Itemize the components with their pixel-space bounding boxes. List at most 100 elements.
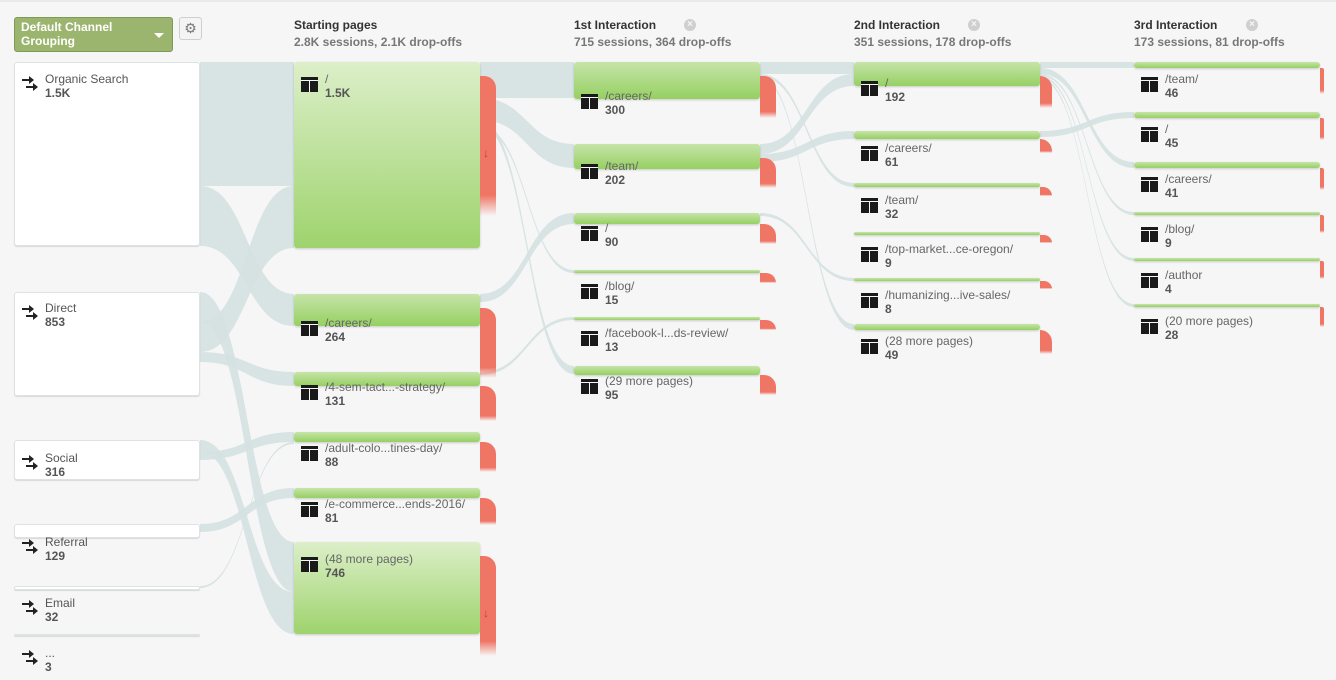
page-node[interactable] xyxy=(1134,212,1320,215)
page-node[interactable] xyxy=(574,317,760,320)
page-label[interactable]: /team/202 xyxy=(605,159,638,187)
source-label[interactable]: Organic Search 1.5K xyxy=(45,72,128,100)
page-node[interactable] xyxy=(1134,162,1320,168)
page-node[interactable] xyxy=(1134,258,1320,261)
flow-organic-to-home[interactable] xyxy=(200,62,294,186)
drop-off-bar[interactable] xyxy=(1320,68,1324,94)
source-node[interactable] xyxy=(14,292,200,396)
page-node[interactable] xyxy=(1134,112,1320,118)
drop-off-bar[interactable] xyxy=(480,386,496,421)
page-node[interactable] xyxy=(854,232,1040,235)
page-icon xyxy=(861,198,878,213)
page-node[interactable] xyxy=(574,213,760,224)
page-label[interactable]: /4-sem-tact...-strategy/131 xyxy=(325,380,445,408)
page-name: /adult-colo...tines-day/ xyxy=(325,441,443,455)
page-label[interactable]: /facebook-l...ds-review/13 xyxy=(605,326,728,354)
page-icon xyxy=(861,339,878,354)
source-node[interactable] xyxy=(14,586,200,590)
page-icon xyxy=(301,446,318,461)
page-label[interactable]: /blog/9 xyxy=(1165,222,1194,250)
page-node[interactable] xyxy=(574,62,760,99)
page-node[interactable] xyxy=(854,131,1040,139)
page-node[interactable] xyxy=(1134,62,1320,68)
page-value: 15 xyxy=(605,293,619,307)
page-label[interactable]: /blog/15 xyxy=(605,279,634,307)
close-column-icon[interactable]: × xyxy=(1246,19,1258,31)
flow-direct-to-4sem[interactable] xyxy=(200,352,294,386)
flow-careers-to-home[interactable] xyxy=(480,213,574,302)
drop-off-bar[interactable] xyxy=(480,442,496,472)
drop-off-bar[interactable] xyxy=(1320,215,1324,233)
page-label[interactable]: /192 xyxy=(885,76,905,104)
page-value: 28 xyxy=(1165,328,1179,342)
source-node[interactable] xyxy=(14,524,200,538)
page-label[interactable]: /careers/264 xyxy=(325,316,372,344)
page-label[interactable]: /45 xyxy=(1165,122,1178,150)
page-node[interactable] xyxy=(294,62,480,248)
page-node[interactable] xyxy=(574,270,760,273)
settings-button[interactable]: ⚙ xyxy=(179,17,202,40)
source-value: 129 xyxy=(45,549,66,563)
drop-off-arrow-icon: ↓ xyxy=(483,146,489,160)
source-arrows-icon xyxy=(22,304,40,322)
flow-home2-to-team3[interactable] xyxy=(1040,62,1134,68)
page-node[interactable] xyxy=(854,278,1040,281)
drop-off-bar[interactable] xyxy=(1320,168,1324,190)
page-label[interactable]: /adult-colo...tines-day/88 xyxy=(325,441,442,469)
drop-off-bar[interactable] xyxy=(480,308,496,378)
page-label[interactable]: /careers/300 xyxy=(605,89,652,117)
page-label[interactable]: /1.5K xyxy=(325,72,350,100)
source-node[interactable] xyxy=(14,440,200,480)
drop-off-bar[interactable] xyxy=(480,498,496,525)
source-label[interactable]: Social 316 xyxy=(45,451,78,479)
page-label[interactable]: /team/32 xyxy=(885,193,918,221)
page-label[interactable]: (28 more pages) 49 xyxy=(885,334,973,362)
source-label[interactable]: Email 32 xyxy=(45,596,75,624)
page-label[interactable]: (48 more pages) 746 xyxy=(325,552,413,580)
flow-home-to-humanizing[interactable] xyxy=(760,213,854,281)
page-label[interactable]: (29 more pages) 95 xyxy=(605,374,693,402)
flow-home2-to-author3[interactable] xyxy=(1040,76,1134,261)
page-label[interactable]: /careers/61 xyxy=(885,141,932,169)
page-node[interactable] xyxy=(854,62,1040,86)
page-node[interactable] xyxy=(1134,304,1320,307)
dimension-selector[interactable]: Default Channel Grouping xyxy=(14,17,173,52)
source-label[interactable]: ... 3 xyxy=(45,646,55,674)
behavior-flow: Default Channel Grouping ⚙ Starting page… xyxy=(0,0,1336,680)
page-icon xyxy=(581,331,598,346)
source-label[interactable]: Referral 129 xyxy=(45,535,88,563)
page-label[interactable]: (20 more pages) 28 xyxy=(1165,314,1253,342)
page-node[interactable] xyxy=(574,144,760,169)
page-label[interactable]: /e-commerce...ends-2016/81 xyxy=(325,497,465,525)
page-icon xyxy=(301,502,318,517)
page-value: 8 xyxy=(885,302,892,316)
page-node[interactable] xyxy=(294,294,480,326)
page-label[interactable]: /author 4 xyxy=(1165,268,1202,296)
drop-off-bar[interactable] xyxy=(760,76,776,118)
flow-careers-to-home2[interactable] xyxy=(760,62,854,74)
page-label[interactable]: /top-market...ce-oregon/9 xyxy=(885,242,1013,270)
drop-off-bar[interactable] xyxy=(1320,261,1324,279)
page-label[interactable]: /careers/41 xyxy=(1165,172,1212,200)
source-arrows-icon xyxy=(22,454,40,472)
drop-off-bar[interactable] xyxy=(1320,307,1324,327)
source-label[interactable]: Direct 853 xyxy=(45,301,76,329)
flow-home2-to-blog3[interactable] xyxy=(1040,74,1134,215)
source-node[interactable] xyxy=(14,634,200,636)
page-label[interactable]: /90 xyxy=(605,221,618,249)
page-label[interactable]: /humanizing...ive-sales/8 xyxy=(885,288,1010,316)
page-name: /4-sem-tact...-strategy/ xyxy=(325,380,446,394)
drop-off-bar[interactable] xyxy=(1040,76,1052,108)
page-icon xyxy=(1141,127,1158,142)
page-node[interactable] xyxy=(854,183,1040,187)
column-title: Starting pages xyxy=(294,18,378,32)
drop-off-bar[interactable] xyxy=(760,158,776,188)
page-name: /blog/ xyxy=(605,279,635,293)
page-label[interactable]: /team/46 xyxy=(1165,72,1198,100)
drop-off-bar[interactable] xyxy=(1320,118,1324,140)
close-column-icon[interactable]: × xyxy=(968,19,980,31)
page-value: 32 xyxy=(885,207,899,221)
close-column-icon[interactable]: × xyxy=(684,19,696,31)
page-node[interactable] xyxy=(854,324,1040,330)
flow-home2-to-more3[interactable] xyxy=(1040,78,1134,307)
